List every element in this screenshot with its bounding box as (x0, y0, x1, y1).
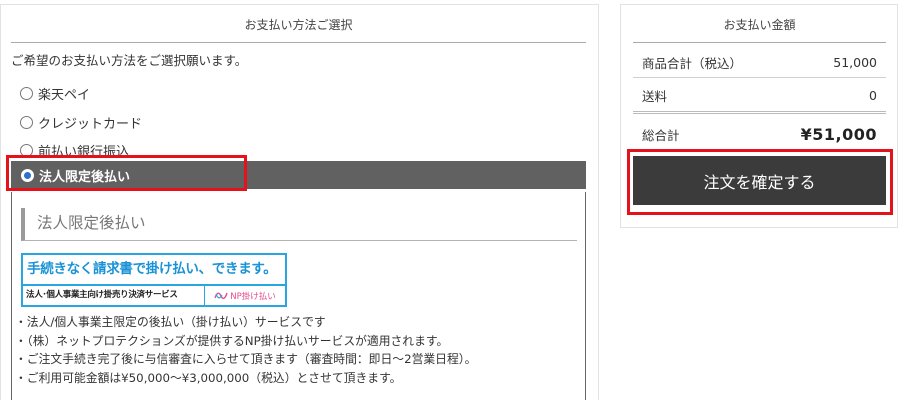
payment-note: ・ご注文手続き完了後に与信審査に入らせて頂きます（審査時間：即日～2営業日程）。 (15, 352, 477, 366)
shipping-row: 送料 0 (633, 80, 886, 114)
banner-headline: 手続きなく請求書で掛け払い、できます。 (23, 255, 285, 286)
np-banner: 手続きなく請求書で掛け払い、できます。 法人･個人事業主向け掛売り決済サービス … (21, 253, 287, 307)
payment-option-label: 前払い銀行振込 (38, 144, 130, 160)
radio-button[interactable] (20, 86, 33, 100)
total-row: 総合計 ¥51,000 (633, 118, 886, 150)
payment-option-bank-transfer[interactable]: 前払い銀行振込 (10, 136, 585, 164)
payment-option-label: クレジットカード (38, 116, 143, 132)
np-logo-icon (214, 292, 228, 300)
payment-method-panel: お支払い方法ご選択 ご希望のお支払い方法をご選択願います。 楽天ペイ クレジット… (0, 4, 599, 400)
banner-brand: NP掛け払い (205, 286, 285, 305)
payment-notes-list: ・法人/個人事業主限定の後払い（掛け払い）サービスです ・（株）ネットプロテクシ… (15, 313, 476, 387)
subtotal-label: 商品合計（税込） (642, 56, 743, 71)
banner-brand-label: NP掛け払い (230, 291, 276, 302)
payment-note: ・（株）ネットプロテクションズが提供するNP掛け払いサービスが適用されます。 (15, 333, 449, 348)
radio-button[interactable] (20, 143, 33, 157)
subtotal-value: 51,000 (833, 55, 877, 70)
payment-note: ・ご利用可能金額は¥50,000～¥3,000,000（税込）とさせて頂きます。 (15, 370, 402, 385)
radio-button-selected[interactable] (21, 168, 34, 182)
total-label: 総合計 (642, 127, 680, 143)
radio-button[interactable] (20, 115, 33, 129)
payment-option-rakuten-pay[interactable]: 楽天ペイ (10, 79, 585, 107)
payment-note: ・法人/個人事業主限定の後払い（掛け払い）サービスです (15, 315, 326, 329)
payment-detail-heading: 法人限定後払い (21, 208, 577, 241)
payment-method-intro: ご希望のお支払い方法をご選択願います。 (11, 53, 248, 68)
payment-option-corporate-deferred[interactable]: 法人限定後払い (11, 161, 586, 189)
payment-option-credit-card[interactable]: クレジットカード (10, 108, 585, 136)
payment-method-title: お支払い方法ご選択 (11, 15, 586, 43)
confirm-order-button[interactable]: 注文を確定する (633, 156, 886, 205)
shipping-label: 送料 (642, 89, 668, 104)
payment-detail-box: 法人限定後払い 手続きなく請求書で掛け払い、できます。 法人･個人事業主向け掛売… (11, 192, 586, 400)
payment-summary-title: お支払い金額 (633, 15, 886, 43)
banner-subline: 法人･個人事業主向け掛売り決済サービス (23, 286, 205, 305)
payment-option-label: 法人限定後払い (39, 169, 131, 185)
payment-option-label: 楽天ペイ (38, 87, 91, 103)
shipping-value: 0 (869, 88, 877, 103)
subtotal-row: 商品合計（税込） 51,000 (633, 48, 886, 78)
total-value: ¥51,000 (800, 124, 877, 144)
